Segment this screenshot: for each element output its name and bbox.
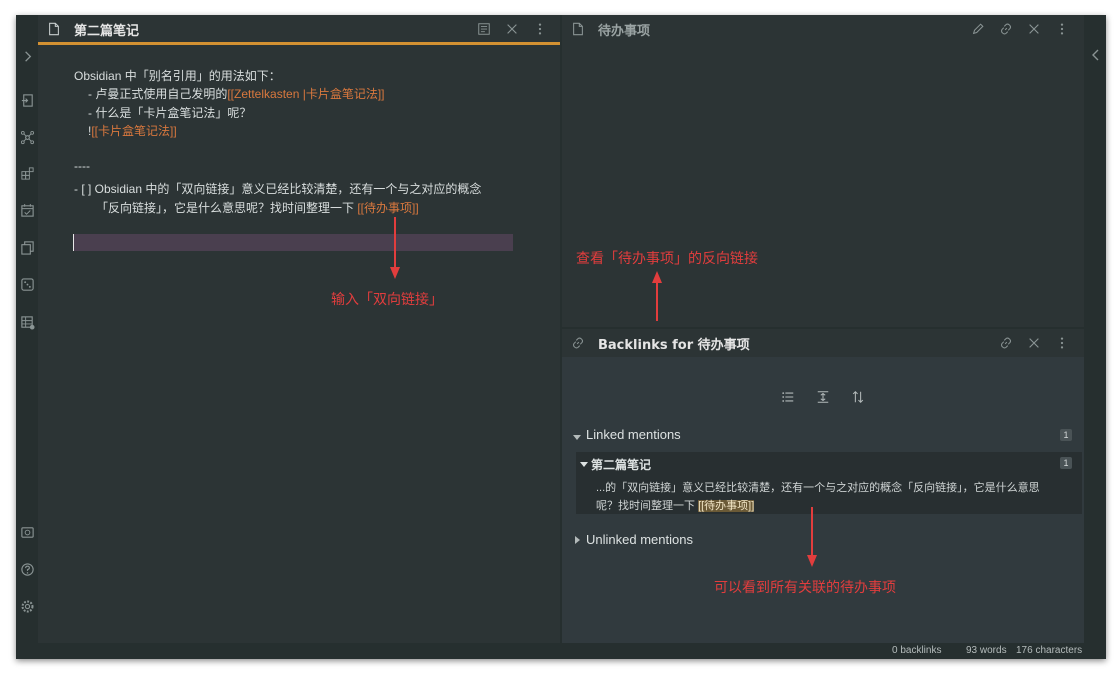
table-icon[interactable] (19, 314, 35, 330)
chevron-down-icon (573, 435, 581, 440)
backlink-note-title: 第二篇笔记 (591, 458, 652, 472)
internal-link[interactable]: [[待办事项]] (357, 201, 418, 215)
backlink-snippet-line[interactable]: ...的「双向链接」意义已经比较清楚，还有一个与之对应的概念「反向链接」，它是什… (596, 479, 1040, 495)
linked-count-badge: 1 (1060, 429, 1072, 441)
settings-icon[interactable] (19, 598, 35, 614)
link-icon[interactable] (998, 21, 1014, 37)
more-options-icon[interactable] (1054, 335, 1070, 351)
editor-line: Obsidian 中「别名引用」的用法如下： (74, 69, 281, 83)
annotation-view-backlinks: 查看「待办事项」的反向链接 (576, 250, 758, 266)
calendar-icon[interactable] (19, 202, 35, 218)
reading-view-icon[interactable] (476, 21, 492, 37)
file-open-icon[interactable] (19, 92, 35, 108)
left-ribbon (16, 15, 38, 643)
highlighted-link[interactable]: [[待办事项]] (698, 500, 755, 512)
editor-line: ![[卡片盒笔记法]] (88, 124, 177, 138)
unlinked-mentions-label: Unlinked mentions (586, 532, 693, 547)
todo-title: 待办事项 (598, 24, 651, 39)
dice-icon[interactable] (19, 276, 35, 292)
arrow-annotation (390, 217, 400, 279)
status-bar: 0 backlinks 93 words 176 characters (16, 643, 1106, 659)
cursor-line[interactable] (73, 234, 513, 251)
graph-icon[interactable] (19, 129, 35, 145)
task-line[interactable]: - [ ] Obsidian 中的「双向链接」意义已经比较清楚，还有一个与之对应… (74, 180, 481, 197)
copy-icon[interactable] (19, 239, 35, 255)
close-icon[interactable] (1026, 335, 1042, 351)
divider-line: ---- (74, 159, 90, 173)
annotation-input-link: 输入「双向链接」 (331, 291, 443, 307)
more-options-icon[interactable] (532, 21, 548, 37)
backlinks-title: Backlinks for 待办事项 (598, 338, 750, 353)
arrow-annotation (807, 507, 817, 567)
chevron-right-icon[interactable] (19, 48, 35, 64)
editor-title: 第二篇笔记 (74, 24, 140, 39)
annotation-see-all: 可以看到所有关联的待办事项 (714, 579, 896, 595)
todo-header: 待办事项 (562, 15, 1084, 43)
backlinks-pane: Backlinks for 待办事项 Linked mentions 1 第二篇… (562, 329, 1084, 643)
chevron-right-icon (575, 536, 580, 544)
close-icon[interactable] (1026, 21, 1042, 37)
more-options-icon[interactable] (1054, 21, 1070, 37)
file-icon (570, 21, 586, 37)
chevron-left-icon[interactable] (1090, 48, 1102, 62)
character-count: 176 characters (1016, 645, 1083, 656)
help-icon[interactable] (19, 561, 35, 577)
sort-icon[interactable] (850, 389, 866, 405)
edit-icon[interactable] (970, 21, 986, 37)
todo-pane: 待办事项 查看「待办事项」的反向链接 (562, 15, 1084, 327)
backlinks-count: 0 backlinks (892, 645, 942, 656)
close-icon[interactable] (504, 21, 520, 37)
internal-link[interactable]: [[Zettelkasten |卡片盒笔记法]] (227, 87, 384, 101)
vault-icon[interactable] (19, 524, 35, 540)
note-count-badge: 1 (1060, 457, 1072, 469)
arrow-annotation (652, 271, 662, 321)
active-tab-indicator (38, 42, 560, 45)
list-icon[interactable] (780, 389, 796, 405)
task-line-continuation: 「反向链接」，它是什么意思呢？找时间整理一下 [[待办事项]] (96, 201, 419, 215)
backlink-snippet-line[interactable]: 呢？找时间整理一下 [[待办事项]] (596, 497, 755, 513)
right-ribbon (1086, 15, 1106, 643)
backlink-result: 第二篇笔记 1 ...的「双向链接」意义已经比较清楚，还有一个与之对应的概念「反… (576, 452, 1082, 514)
backlinks-header: Backlinks for 待办事项 (562, 329, 1084, 357)
embed-link[interactable]: [[卡片盒笔记法]] (91, 124, 176, 138)
link-icon (570, 335, 586, 351)
collapse-icon[interactable] (815, 389, 831, 405)
app-window: 第二篇笔记 Obsidian 中「别名引用」的用法如下： - 卢曼正式使用自己发… (16, 15, 1106, 659)
editor-line: - 什么是「卡片盒笔记法」呢？ (88, 106, 252, 120)
plugins-icon[interactable] (19, 165, 35, 181)
editor-line: - 卢曼正式使用自己发明的[[Zettelkasten |卡片盒笔记法]] (88, 87, 385, 101)
linked-mentions-label: Linked mentions (586, 427, 681, 442)
editor-pane: 第二篇笔记 Obsidian 中「别名引用」的用法如下： - 卢曼正式使用自己发… (38, 15, 560, 643)
file-icon (46, 21, 62, 37)
word-count: 93 words (966, 645, 1007, 656)
editor-header: 第二篇笔记 (38, 15, 560, 43)
link-icon[interactable] (998, 335, 1014, 351)
chevron-down-icon (580, 462, 588, 467)
text-cursor (73, 234, 74, 251)
